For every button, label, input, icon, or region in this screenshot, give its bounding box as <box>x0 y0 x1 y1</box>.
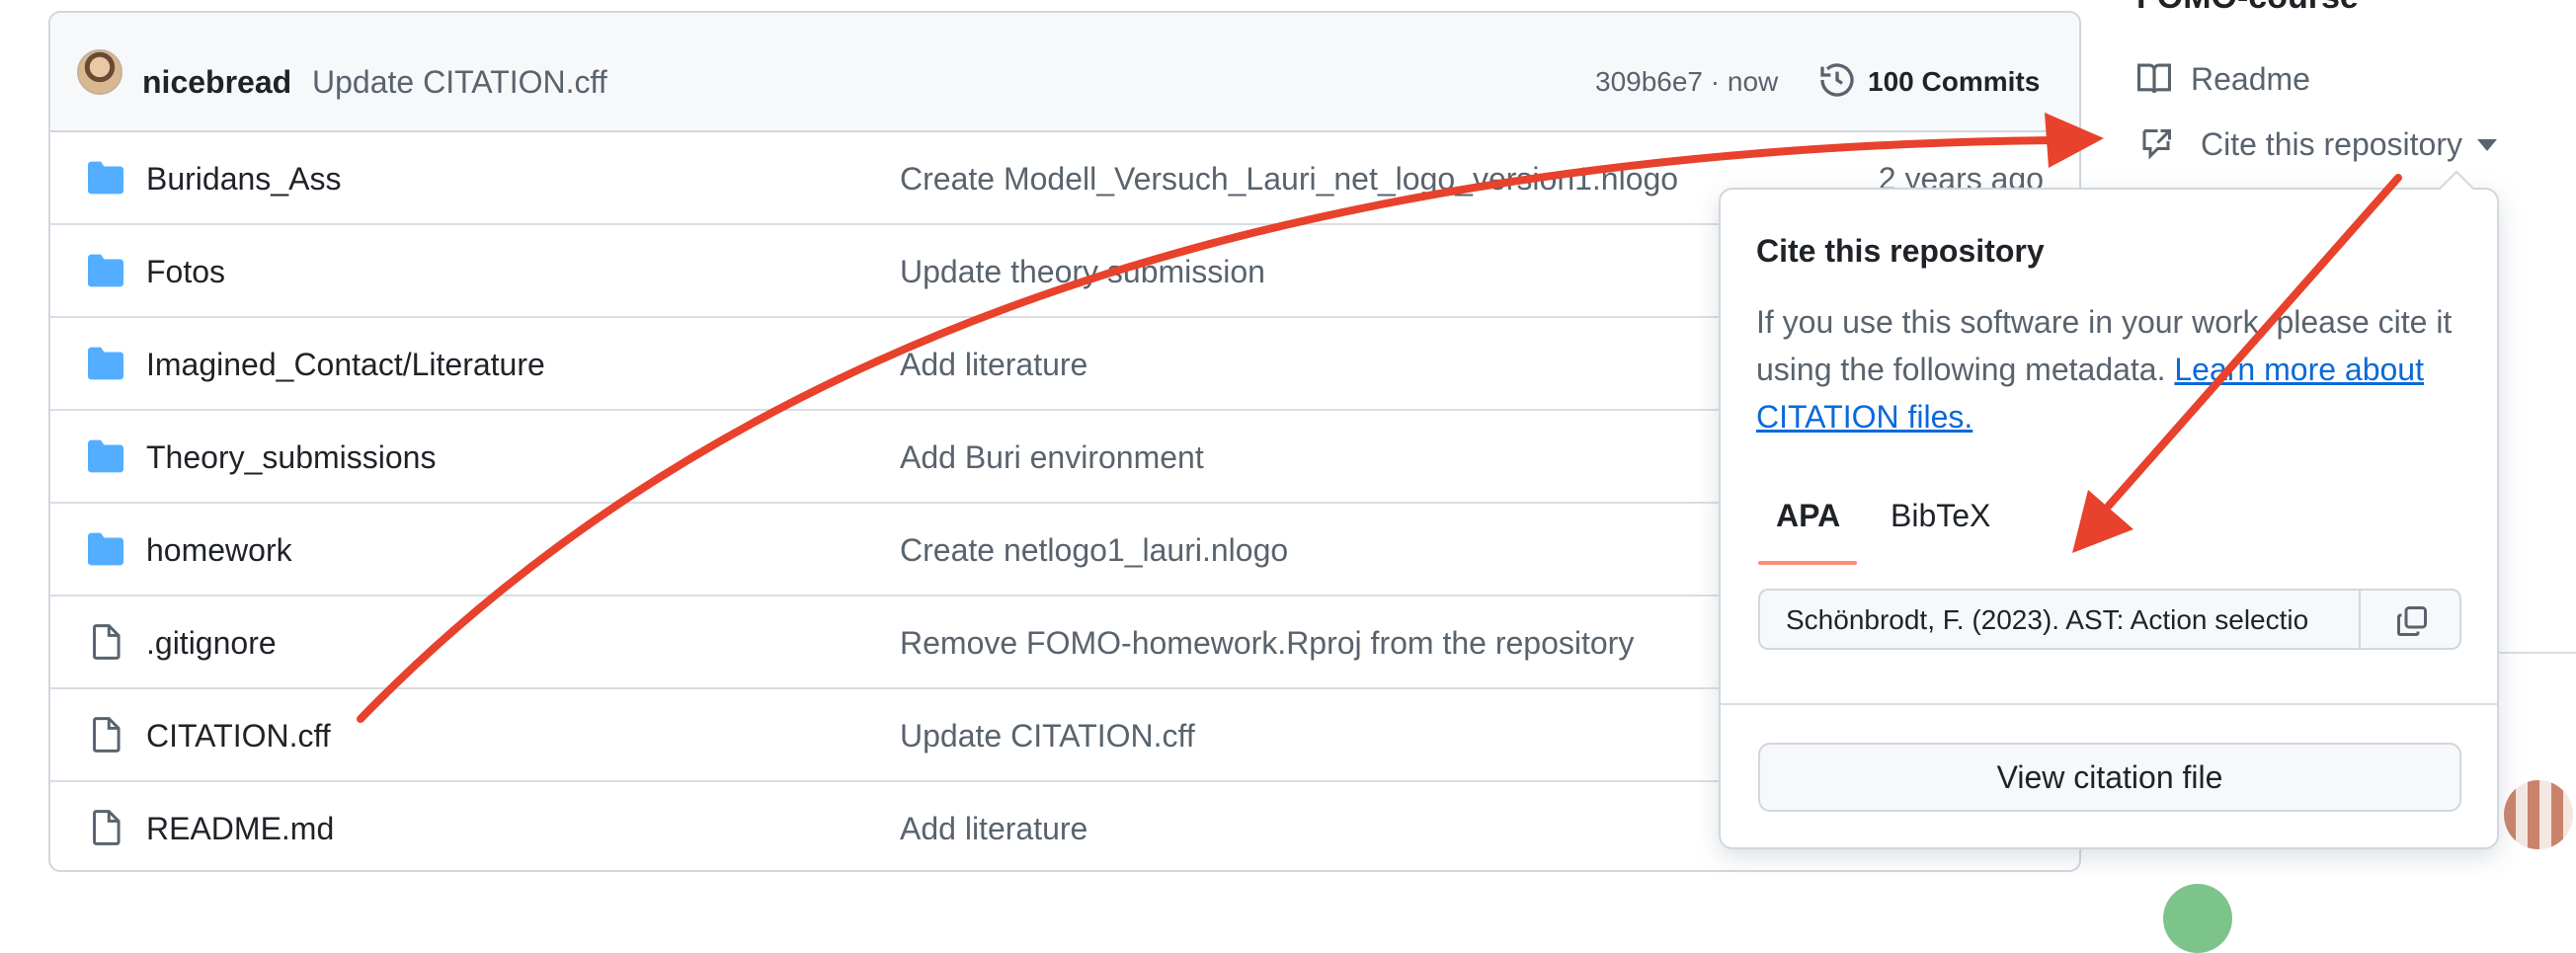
tab-apa[interactable]: APA <box>1776 498 1840 534</box>
popover-divider <box>1721 703 2497 705</box>
citation-value: Schönbrodt, F. (2023). AST: Action selec… <box>1786 604 2309 635</box>
commit-message-link[interactable]: Update theory submission <box>900 254 1265 290</box>
file-name-link[interactable]: Imagined_Contact/Literature <box>146 347 545 383</box>
citation-text-field[interactable]: Schönbrodt, F. (2023). AST: Action selec… <box>1758 589 2361 650</box>
avatar[interactable] <box>2163 884 2232 953</box>
view-citation-file-button[interactable]: View citation file <box>1758 743 2461 812</box>
commit-message-link[interactable]: Create Modell_Versuch_Lauri_net_logo_ver… <box>900 161 1678 198</box>
commit-sha-time[interactable]: 309b6e7 · now <box>1595 66 1778 98</box>
commit-message-link[interactable]: Create netlogo1_lauri.nlogo <box>900 532 1288 569</box>
file-name-link[interactable]: homework <box>146 532 292 569</box>
file-name-link[interactable]: README.md <box>146 811 334 847</box>
active-tab-underline <box>1758 561 1857 565</box>
cite-popover: Cite this repository If you use this sof… <box>1719 170 2499 849</box>
commit-author[interactable]: nicebread <box>142 64 291 101</box>
avatar[interactable] <box>2504 780 2573 849</box>
sidebar-about-title: FOMO-course <box>2136 0 2359 17</box>
folder-icon <box>88 347 123 380</box>
cite-repository-button[interactable]: Cite this repository <box>2201 126 2462 163</box>
file-name-link[interactable]: Fotos <box>146 254 225 290</box>
copy-icon <box>2397 606 2427 636</box>
latest-commit-bar: nicebread Update CITATION.cff 309b6e7 · … <box>50 13 2079 132</box>
file-name-link[interactable]: CITATION.cff <box>146 718 331 754</box>
avatar[interactable] <box>77 49 122 95</box>
readme-link[interactable]: Readme <box>2191 61 2310 98</box>
history-icon[interactable] <box>1817 60 1857 100</box>
commit-message-link[interactable]: Add literature <box>900 811 1087 847</box>
commit-message[interactable]: Update CITATION.cff <box>312 64 607 101</box>
commits-link[interactable]: 100 Commits <box>1868 66 2040 98</box>
commit-message-link[interactable]: Remove FOMO-homework.Rproj from the repo… <box>900 625 1634 662</box>
cite-icon <box>2142 129 2171 160</box>
folder-icon <box>88 532 123 566</box>
file-icon <box>93 810 121 845</box>
commit-message-link[interactable]: Add Buri environment <box>900 439 1204 476</box>
book-icon <box>2137 63 2171 94</box>
popover-description: If you use this software in your work, p… <box>1756 298 2467 440</box>
file-icon <box>93 624 121 660</box>
sidebar-divider <box>2499 652 2576 654</box>
folder-icon <box>88 439 123 473</box>
popover-caret <box>2438 170 2475 207</box>
folder-icon <box>88 254 123 287</box>
file-icon <box>93 717 121 753</box>
folder-icon <box>88 161 123 195</box>
popover-title: Cite this repository <box>1756 233 2045 269</box>
commit-message-link[interactable]: Add literature <box>900 347 1087 383</box>
caret-down-icon[interactable] <box>2477 138 2497 152</box>
file-name-link[interactable]: Buridans_Ass <box>146 161 341 198</box>
tab-bibtex[interactable]: BibTeX <box>1891 498 1990 534</box>
copy-button[interactable] <box>2359 589 2461 650</box>
commit-message-link[interactable]: Update CITATION.cff <box>900 718 1195 754</box>
file-name-link[interactable]: Theory_submissions <box>146 439 436 476</box>
file-name-link[interactable]: .gitignore <box>146 625 277 662</box>
